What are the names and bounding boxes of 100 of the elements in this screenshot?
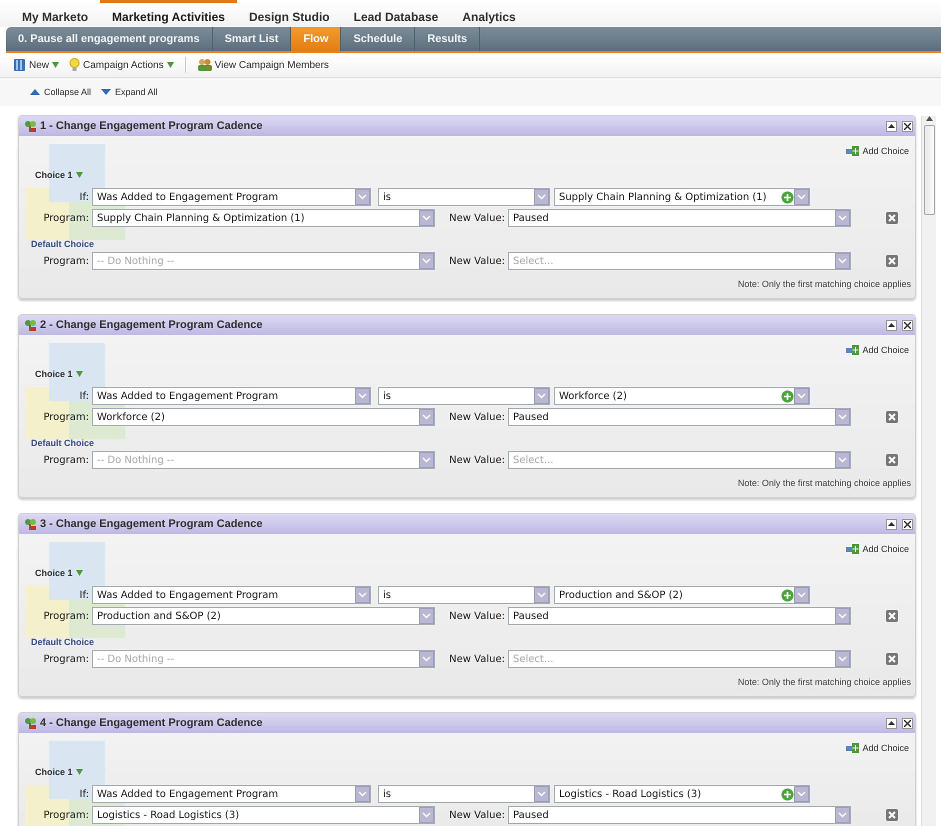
toolbar-button[interactable]: View Campaign Members: [194, 55, 332, 75]
move-up-button[interactable]: [886, 718, 897, 728]
field-label: New Value:: [448, 454, 505, 466]
step-title: 2 - Change Engagement Program Cadence: [40, 319, 264, 331]
main-nav-tab[interactable]: Analytics: [450, 0, 528, 27]
choice-menu-button[interactable]: Choice 1: [35, 368, 83, 380]
operator-dropdown[interactable]: is: [378, 188, 550, 206]
collapse-all-button[interactable]: Collapse All: [28, 87, 94, 97]
close-icon: [904, 520, 911, 528]
program-dropdown[interactable]: Supply Chain Planning & Optimization (1): [92, 209, 435, 227]
plus-icon: [781, 788, 794, 800]
step-title: 4 - Change Engagement Program Cadence: [40, 717, 264, 729]
value-dropdown[interactable]: Workforce (2): [554, 387, 810, 405]
condition-dropdown[interactable]: Was Added to Engagement Program: [92, 387, 371, 405]
menu-button[interactable]: Campaign Actions: [66, 55, 177, 75]
condition-dropdown[interactable]: Was Added to Engagement Program: [92, 188, 371, 206]
people-icon: [196, 58, 212, 72]
choice-menu-button[interactable]: Choice 1: [35, 766, 83, 778]
triangle-up-icon: [30, 89, 40, 95]
delete-icon[interactable]: [886, 653, 898, 665]
operator-dropdown[interactable]: is: [378, 785, 550, 803]
close-button[interactable]: [902, 320, 913, 330]
new-value-dropdown[interactable]: Paused: [508, 806, 851, 824]
note-text: Note: Only the first matching choice applies: [738, 677, 911, 689]
operator-dropdown[interactable]: is: [378, 387, 550, 405]
section-tab[interactable]: Results: [415, 27, 480, 51]
main-nav-tab[interactable]: My Marketo: [10, 0, 100, 27]
condition-dropdown[interactable]: Was Added to Engagement Program: [92, 586, 371, 604]
add-choice-icon: [846, 344, 860, 356]
field-label: If:: [78, 788, 89, 800]
scrollbar-thumb[interactable]: [924, 125, 934, 215]
tree-icon: [24, 120, 37, 132]
close-button[interactable]: [902, 120, 913, 132]
caret-icon: [76, 570, 83, 576]
note-text: Note: Only the first matching choice applies: [738, 279, 911, 291]
tree-icon: [24, 318, 37, 332]
main-nav-tab[interactable]: Lead Database: [342, 0, 450, 27]
step-title: 3 - Change Engagement Program Cadence: [40, 518, 264, 530]
scrollbar[interactable]: [921, 116, 936, 826]
default-choice-label: Default Choice: [31, 239, 96, 251]
book-icon: [13, 58, 26, 72]
expand-all-button[interactable]: Expand All: [99, 87, 160, 97]
close-button[interactable]: [902, 718, 913, 728]
add-choice-icon: [846, 543, 860, 555]
tree-icon: [24, 518, 37, 530]
default-choice-label: Default Choice: [31, 438, 96, 450]
note-text: Note: Only the first matching choice applies: [738, 478, 911, 490]
section-tab[interactable]: Schedule: [341, 27, 416, 51]
step-title: 1 - Change Engagement Program Cadence: [40, 120, 264, 132]
caret-icon: [76, 769, 83, 775]
field-label: New Value:: [448, 654, 505, 664]
add-choice-button[interactable]: Add Choice: [846, 542, 909, 556]
add-choice-button[interactable]: Add Choice: [846, 144, 909, 158]
close-icon: [904, 122, 911, 130]
new-value-dropdown[interactable]: Paused: [508, 607, 851, 625]
menu-button[interactable]: New: [10, 55, 62, 75]
close-icon: [904, 720, 911, 726]
move-up-button[interactable]: [886, 518, 897, 530]
move-up-button[interactable]: [886, 320, 897, 330]
delete-icon[interactable]: [886, 454, 898, 466]
plus-icon: [781, 390, 794, 402]
delete-icon[interactable]: [886, 809, 898, 821]
add-choice-icon: [846, 742, 860, 754]
scroll-up-icon: [926, 116, 932, 121]
value-dropdown[interactable]: Supply Chain Planning & Optimization (1): [554, 188, 810, 206]
condition-dropdown[interactable]: Was Added to Engagement Program: [92, 785, 371, 803]
plus-icon: [781, 588, 794, 602]
field-label: Program:: [42, 810, 89, 820]
program-dropdown[interactable]: Workforce (2): [92, 408, 435, 426]
close-button[interactable]: [902, 518, 913, 530]
lightbulb-icon: [69, 58, 80, 72]
add-choice-button[interactable]: Add Choice: [846, 343, 909, 357]
field-label: Program:: [42, 412, 89, 422]
section-tab[interactable]: 0. Pause all engagement programs: [6, 27, 213, 51]
new-value-dropdown[interactable]: Paused: [508, 209, 851, 227]
choice-menu-button[interactable]: Choice 1: [35, 169, 83, 181]
add-choice-button[interactable]: Add Choice: [846, 741, 909, 755]
field-label: New Value:: [448, 810, 505, 820]
delete-icon[interactable]: [886, 411, 898, 423]
value-dropdown[interactable]: Production and S&OP (2): [554, 586, 810, 604]
delete-icon[interactable]: [886, 212, 898, 224]
choice-menu-button[interactable]: Choice 1: [35, 567, 83, 579]
field-label: Program:: [42, 212, 89, 224]
delete-icon[interactable]: [886, 610, 898, 622]
field-label: If:: [78, 590, 89, 600]
field-label: If:: [78, 192, 89, 202]
field-label: Program:: [42, 654, 89, 664]
triangle-up-icon: [888, 124, 895, 128]
delete-icon[interactable]: [886, 255, 898, 267]
program-dropdown[interactable]: Production and S&OP (2): [92, 607, 435, 625]
default-choice-label: Default Choice: [31, 637, 96, 649]
move-up-button[interactable]: [886, 120, 897, 132]
main-nav-tab[interactable]: Design Studio: [236, 0, 342, 27]
triangle-up-icon: [888, 323, 895, 327]
value-dropdown[interactable]: Logistics - Road Logistics (3): [554, 785, 810, 803]
close-icon: [904, 322, 911, 328]
operator-dropdown[interactable]: is: [378, 586, 550, 604]
program-dropdown[interactable]: Logistics - Road Logistics (3): [92, 806, 435, 824]
field-label: Program:: [42, 256, 89, 266]
new-value-dropdown[interactable]: Paused: [508, 408, 851, 426]
